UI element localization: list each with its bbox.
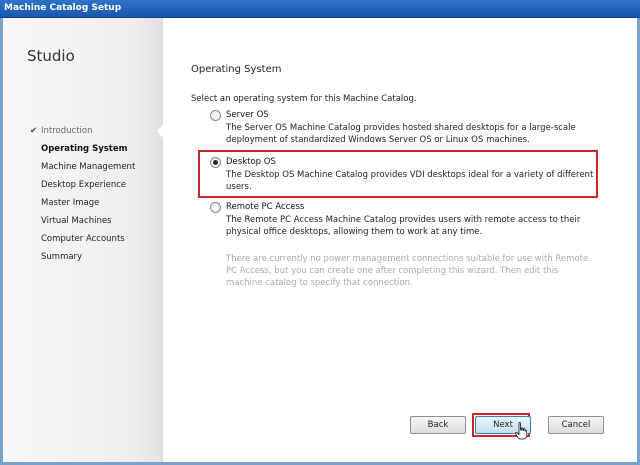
step-introduction: ✔ Introduction — [30, 126, 93, 136]
remote-pc-access-label[interactable]: Remote PC Access — [226, 202, 304, 212]
window-title: Machine Catalog Setup — [4, 3, 122, 13]
option-server-os[interactable]: Server OS The Server OS Machine Catalog … — [210, 110, 600, 150]
server-os-radio[interactable] — [210, 110, 221, 121]
sidebar-brand: Studio — [27, 47, 75, 65]
cancel-button[interactable]: Cancel — [548, 416, 604, 434]
hand-cursor-icon — [515, 422, 527, 440]
os-prompt: Select an operating system for this Mach… — [191, 94, 417, 104]
current-step-pointer — [157, 122, 165, 140]
step-virtual-machines: Virtual Machines — [41, 216, 112, 226]
server-os-description: The Server OS Machine Catalog provides h… — [226, 123, 576, 145]
step-master-image: Master Image — [41, 198, 100, 208]
checkmark-icon: ✔ — [30, 126, 38, 136]
desktop-os-radio[interactable] — [210, 157, 221, 168]
desktop-os-description: The Desktop OS Machine Catalog provides … — [226, 170, 594, 192]
step-desktop-experience: Desktop Experience — [41, 180, 127, 190]
option-desktop-os[interactable]: Desktop OS The Desktop OS Machine Catalo… — [210, 157, 600, 197]
step-computer-accounts: Computer Accounts — [41, 234, 125, 244]
page-title: Operating System — [191, 64, 282, 75]
back-button[interactable]: Back — [410, 416, 466, 434]
server-os-label[interactable]: Server OS — [226, 110, 269, 120]
step-operating-system: Operating System — [41, 144, 128, 154]
step-summary: Summary — [41, 252, 83, 262]
remote-pc-access-radio[interactable] — [210, 202, 221, 213]
option-remote-pc-access[interactable]: Remote PC Access The Remote PC Access Ma… — [210, 202, 600, 242]
desktop-os-label[interactable]: Desktop OS — [226, 157, 276, 167]
wizard-steps: ✔ Introduction Operating System Machine M… — [30, 125, 135, 269]
power-management-note: There are currently no power management … — [226, 254, 589, 288]
title-bar: Machine Catalog Setup — [0, 0, 640, 18]
remote-pc-access-description: The Remote PC Access Machine Catalog pro… — [226, 215, 581, 237]
step-machine-management: Machine Management — [41, 162, 136, 172]
